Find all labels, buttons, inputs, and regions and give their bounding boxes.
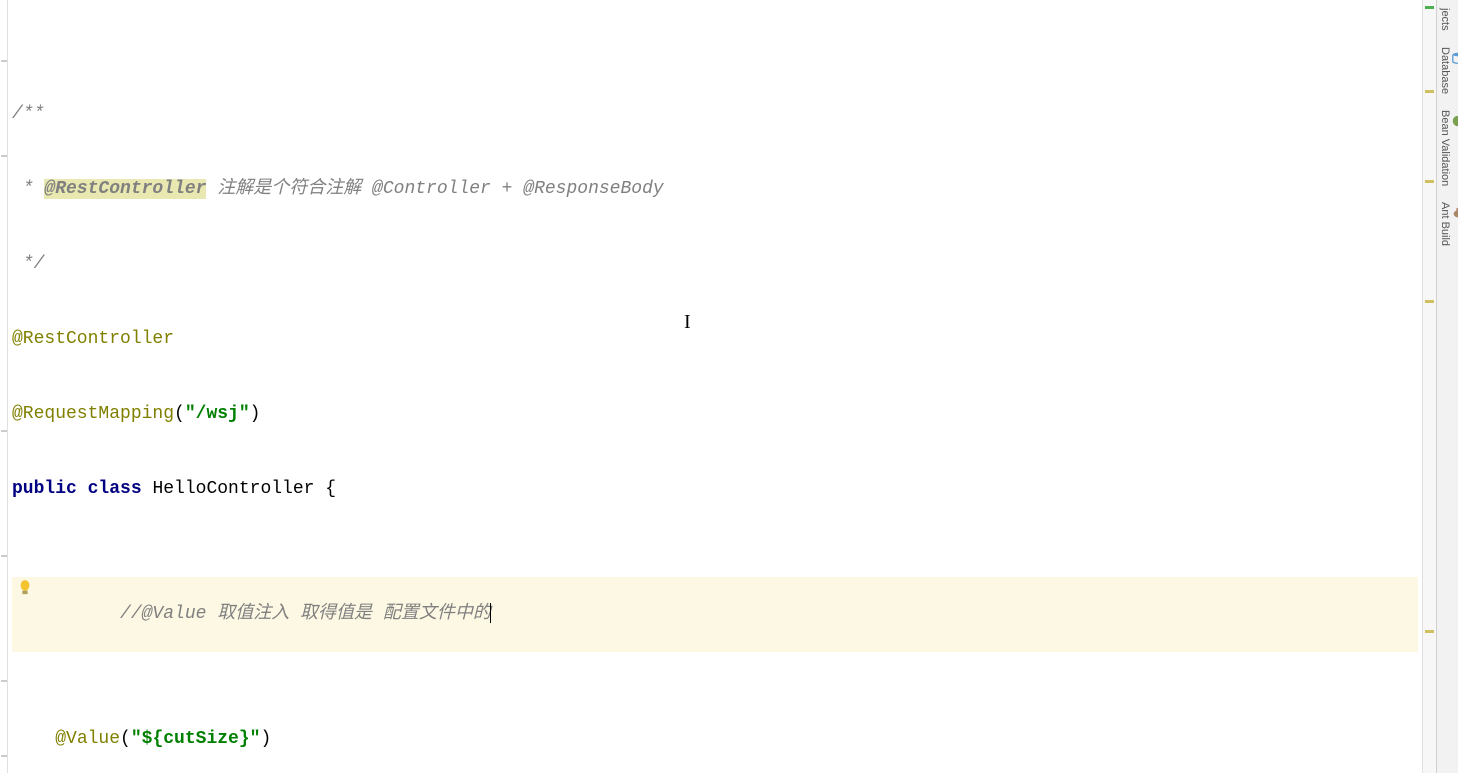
paren: ( bbox=[174, 404, 185, 424]
stripe-warning[interactable] bbox=[1425, 300, 1434, 303]
stripe-warning[interactable] bbox=[1425, 630, 1434, 633]
gutter[interactable] bbox=[0, 0, 8, 773]
tool-tab-database[interactable]: Database bbox=[1437, 39, 1458, 102]
fold-mark[interactable] bbox=[1, 680, 7, 682]
stripe-warning[interactable] bbox=[1425, 180, 1434, 183]
editor-container: I /** * @RestController 注解是个符合注解 @Contro… bbox=[0, 0, 1458, 773]
string: "/wsj" bbox=[185, 404, 250, 424]
paren: ( bbox=[120, 729, 131, 749]
annotation: @RequestMapping bbox=[12, 404, 174, 424]
comment: */ bbox=[12, 254, 44, 274]
javadoc-tag: @RestController bbox=[44, 179, 206, 199]
tool-tab-ant-build[interactable]: Ant Build bbox=[1437, 194, 1458, 254]
fold-mark[interactable] bbox=[1, 430, 7, 432]
paren: ) bbox=[260, 729, 271, 749]
tool-tab-bean-validation[interactable]: Bean Validation bbox=[1437, 102, 1458, 194]
string: "${cutSize}" bbox=[131, 729, 261, 749]
paren: ) bbox=[250, 404, 261, 424]
stripe-status-icon[interactable] bbox=[1425, 6, 1434, 9]
caret bbox=[490, 603, 491, 623]
ant-icon bbox=[1451, 206, 1458, 220]
right-tool-rail: jects Database Bean Validation Ant Build bbox=[1436, 0, 1458, 773]
indent bbox=[77, 604, 120, 624]
comment: /** bbox=[12, 104, 44, 124]
tool-tab-projects[interactable]: jects bbox=[1437, 0, 1453, 39]
indent bbox=[12, 729, 55, 749]
current-line-highlight: //@Value 取值注入 取得值是 配置文件中的 bbox=[12, 577, 1418, 652]
keyword: class bbox=[88, 479, 153, 499]
tool-tab-label: Bean Validation bbox=[1439, 110, 1451, 186]
fold-mark[interactable] bbox=[1, 155, 7, 157]
tool-tab-label: Ant Build bbox=[1439, 202, 1451, 246]
comment: * bbox=[12, 179, 44, 199]
annotation: @RestController bbox=[12, 329, 174, 349]
brace: { bbox=[325, 479, 336, 499]
annotation: @Value bbox=[55, 729, 120, 749]
error-stripe[interactable] bbox=[1422, 0, 1436, 773]
comment: //@Value 取值注入 取得值是 配置文件中的 bbox=[120, 604, 491, 624]
bean-icon bbox=[1451, 114, 1458, 128]
tool-tab-label: Database bbox=[1439, 47, 1451, 94]
comment: 注解是个符合注解 @Controller + @ResponseBody bbox=[206, 179, 663, 199]
class-name: HelloController bbox=[152, 479, 325, 499]
keyword: public bbox=[12, 479, 88, 499]
stripe-warning[interactable] bbox=[1425, 90, 1434, 93]
fold-mark[interactable] bbox=[1, 60, 7, 62]
intention-bulb-icon[interactable] bbox=[18, 579, 32, 597]
fold-mark[interactable] bbox=[1, 555, 7, 557]
database-icon bbox=[1451, 51, 1458, 65]
fold-mark[interactable] bbox=[1, 755, 7, 757]
code-editor[interactable]: I /** * @RestController 注解是个符合注解 @Contro… bbox=[8, 0, 1422, 773]
